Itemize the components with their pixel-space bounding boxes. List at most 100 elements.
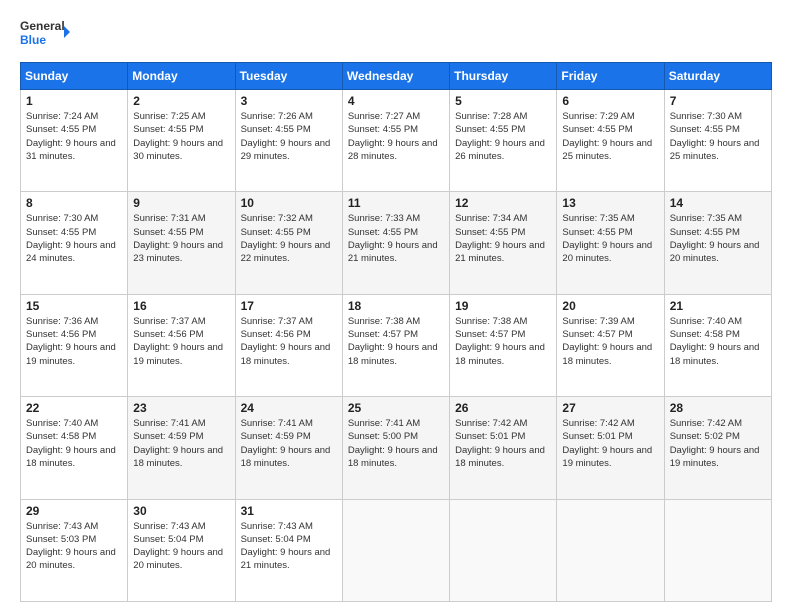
day-info: Sunrise: 7:37 AMSunset: 4:56 PMDaylight:…: [133, 316, 223, 367]
calendar-cell: 31 Sunrise: 7:43 AMSunset: 5:04 PMDaylig…: [235, 499, 342, 601]
week-row-4: 22 Sunrise: 7:40 AMSunset: 4:58 PMDaylig…: [21, 397, 772, 499]
day-info: Sunrise: 7:28 AMSunset: 4:55 PMDaylight:…: [455, 111, 545, 162]
day-number: 30: [133, 504, 229, 518]
calendar-cell: 14 Sunrise: 7:35 AMSunset: 4:55 PMDaylig…: [664, 192, 771, 294]
day-number: 2: [133, 94, 229, 108]
logo: General Blue: [20, 16, 70, 52]
calendar-cell: 25 Sunrise: 7:41 AMSunset: 5:00 PMDaylig…: [342, 397, 449, 499]
calendar-cell: 6 Sunrise: 7:29 AMSunset: 4:55 PMDayligh…: [557, 90, 664, 192]
day-info: Sunrise: 7:38 AMSunset: 4:57 PMDaylight:…: [455, 316, 545, 367]
day-info: Sunrise: 7:33 AMSunset: 4:55 PMDaylight:…: [348, 213, 438, 264]
calendar-cell: 4 Sunrise: 7:27 AMSunset: 4:55 PMDayligh…: [342, 90, 449, 192]
header-tuesday: Tuesday: [235, 63, 342, 90]
day-number: 14: [670, 196, 766, 210]
week-row-5: 29 Sunrise: 7:43 AMSunset: 5:03 PMDaylig…: [21, 499, 772, 601]
day-number: 13: [562, 196, 658, 210]
day-info: Sunrise: 7:39 AMSunset: 4:57 PMDaylight:…: [562, 316, 652, 367]
calendar-table: SundayMondayTuesdayWednesdayThursdayFrid…: [20, 62, 772, 602]
calendar-cell: 18 Sunrise: 7:38 AMSunset: 4:57 PMDaylig…: [342, 294, 449, 396]
header: General Blue: [20, 16, 772, 52]
day-info: Sunrise: 7:35 AMSunset: 4:55 PMDaylight:…: [562, 213, 652, 264]
day-info: Sunrise: 7:40 AMSunset: 4:58 PMDaylight:…: [670, 316, 760, 367]
day-info: Sunrise: 7:31 AMSunset: 4:55 PMDaylight:…: [133, 213, 223, 264]
calendar-cell: 30 Sunrise: 7:43 AMSunset: 5:04 PMDaylig…: [128, 499, 235, 601]
calendar-cell: 11 Sunrise: 7:33 AMSunset: 4:55 PMDaylig…: [342, 192, 449, 294]
day-number: 21: [670, 299, 766, 313]
day-info: Sunrise: 7:34 AMSunset: 4:55 PMDaylight:…: [455, 213, 545, 264]
day-info: Sunrise: 7:29 AMSunset: 4:55 PMDaylight:…: [562, 111, 652, 162]
day-number: 26: [455, 401, 551, 415]
calendar-cell: 26 Sunrise: 7:42 AMSunset: 5:01 PMDaylig…: [450, 397, 557, 499]
day-number: 27: [562, 401, 658, 415]
calendar-cell: 21 Sunrise: 7:40 AMSunset: 4:58 PMDaylig…: [664, 294, 771, 396]
day-info: Sunrise: 7:24 AMSunset: 4:55 PMDaylight:…: [26, 111, 116, 162]
day-number: 4: [348, 94, 444, 108]
day-info: Sunrise: 7:32 AMSunset: 4:55 PMDaylight:…: [241, 213, 331, 264]
header-friday: Friday: [557, 63, 664, 90]
day-number: 24: [241, 401, 337, 415]
day-number: 7: [670, 94, 766, 108]
day-number: 5: [455, 94, 551, 108]
calendar-cell: 12 Sunrise: 7:34 AMSunset: 4:55 PMDaylig…: [450, 192, 557, 294]
calendar-cell: 16 Sunrise: 7:37 AMSunset: 4:56 PMDaylig…: [128, 294, 235, 396]
calendar-cell: 20 Sunrise: 7:39 AMSunset: 4:57 PMDaylig…: [557, 294, 664, 396]
day-number: 6: [562, 94, 658, 108]
day-info: Sunrise: 7:41 AMSunset: 5:00 PMDaylight:…: [348, 418, 438, 469]
calendar-cell: 10 Sunrise: 7:32 AMSunset: 4:55 PMDaylig…: [235, 192, 342, 294]
day-info: Sunrise: 7:38 AMSunset: 4:57 PMDaylight:…: [348, 316, 438, 367]
day-number: 8: [26, 196, 122, 210]
day-number: 18: [348, 299, 444, 313]
calendar-cell: 27 Sunrise: 7:42 AMSunset: 5:01 PMDaylig…: [557, 397, 664, 499]
day-info: Sunrise: 7:42 AMSunset: 5:01 PMDaylight:…: [455, 418, 545, 469]
day-number: 16: [133, 299, 229, 313]
day-info: Sunrise: 7:41 AMSunset: 4:59 PMDaylight:…: [133, 418, 223, 469]
day-number: 12: [455, 196, 551, 210]
calendar-cell: 19 Sunrise: 7:38 AMSunset: 4:57 PMDaylig…: [450, 294, 557, 396]
day-info: Sunrise: 7:30 AMSunset: 4:55 PMDaylight:…: [26, 213, 116, 264]
day-number: 15: [26, 299, 122, 313]
day-number: 10: [241, 196, 337, 210]
calendar-cell: 3 Sunrise: 7:26 AMSunset: 4:55 PMDayligh…: [235, 90, 342, 192]
day-number: 25: [348, 401, 444, 415]
day-info: Sunrise: 7:35 AMSunset: 4:55 PMDaylight:…: [670, 213, 760, 264]
day-number: 23: [133, 401, 229, 415]
page: General Blue SundayMondayTuesdayWednesda…: [0, 0, 792, 612]
svg-text:General: General: [20, 19, 65, 33]
week-row-2: 8 Sunrise: 7:30 AMSunset: 4:55 PMDayligh…: [21, 192, 772, 294]
calendar-cell: 9 Sunrise: 7:31 AMSunset: 4:55 PMDayligh…: [128, 192, 235, 294]
calendar-cell: 23 Sunrise: 7:41 AMSunset: 4:59 PMDaylig…: [128, 397, 235, 499]
day-info: Sunrise: 7:27 AMSunset: 4:55 PMDaylight:…: [348, 111, 438, 162]
day-info: Sunrise: 7:43 AMSunset: 5:04 PMDaylight:…: [133, 521, 223, 572]
day-info: Sunrise: 7:25 AMSunset: 4:55 PMDaylight:…: [133, 111, 223, 162]
calendar-cell: 28 Sunrise: 7:42 AMSunset: 5:02 PMDaylig…: [664, 397, 771, 499]
calendar-cell: 15 Sunrise: 7:36 AMSunset: 4:56 PMDaylig…: [21, 294, 128, 396]
header-thursday: Thursday: [450, 63, 557, 90]
header-monday: Monday: [128, 63, 235, 90]
calendar-cell: 22 Sunrise: 7:40 AMSunset: 4:58 PMDaylig…: [21, 397, 128, 499]
day-number: 22: [26, 401, 122, 415]
calendar-cell: 2 Sunrise: 7:25 AMSunset: 4:55 PMDayligh…: [128, 90, 235, 192]
day-info: Sunrise: 7:43 AMSunset: 5:04 PMDaylight:…: [241, 521, 331, 572]
calendar-cell: [450, 499, 557, 601]
day-number: 29: [26, 504, 122, 518]
calendar-cell: [664, 499, 771, 601]
week-row-1: 1 Sunrise: 7:24 AMSunset: 4:55 PMDayligh…: [21, 90, 772, 192]
calendar-cell: [557, 499, 664, 601]
day-info: Sunrise: 7:42 AMSunset: 5:02 PMDaylight:…: [670, 418, 760, 469]
calendar-cell: 5 Sunrise: 7:28 AMSunset: 4:55 PMDayligh…: [450, 90, 557, 192]
svg-text:Blue: Blue: [20, 33, 46, 47]
day-info: Sunrise: 7:26 AMSunset: 4:55 PMDaylight:…: [241, 111, 331, 162]
header-saturday: Saturday: [664, 63, 771, 90]
calendar-header-row: SundayMondayTuesdayWednesdayThursdayFrid…: [21, 63, 772, 90]
day-number: 19: [455, 299, 551, 313]
calendar-cell: 7 Sunrise: 7:30 AMSunset: 4:55 PMDayligh…: [664, 90, 771, 192]
day-number: 20: [562, 299, 658, 313]
day-info: Sunrise: 7:42 AMSunset: 5:01 PMDaylight:…: [562, 418, 652, 469]
header-wednesday: Wednesday: [342, 63, 449, 90]
day-number: 3: [241, 94, 337, 108]
calendar-cell: 17 Sunrise: 7:37 AMSunset: 4:56 PMDaylig…: [235, 294, 342, 396]
calendar-cell: 24 Sunrise: 7:41 AMSunset: 4:59 PMDaylig…: [235, 397, 342, 499]
day-number: 17: [241, 299, 337, 313]
calendar-cell: 29 Sunrise: 7:43 AMSunset: 5:03 PMDaylig…: [21, 499, 128, 601]
logo-svg: General Blue: [20, 16, 70, 52]
